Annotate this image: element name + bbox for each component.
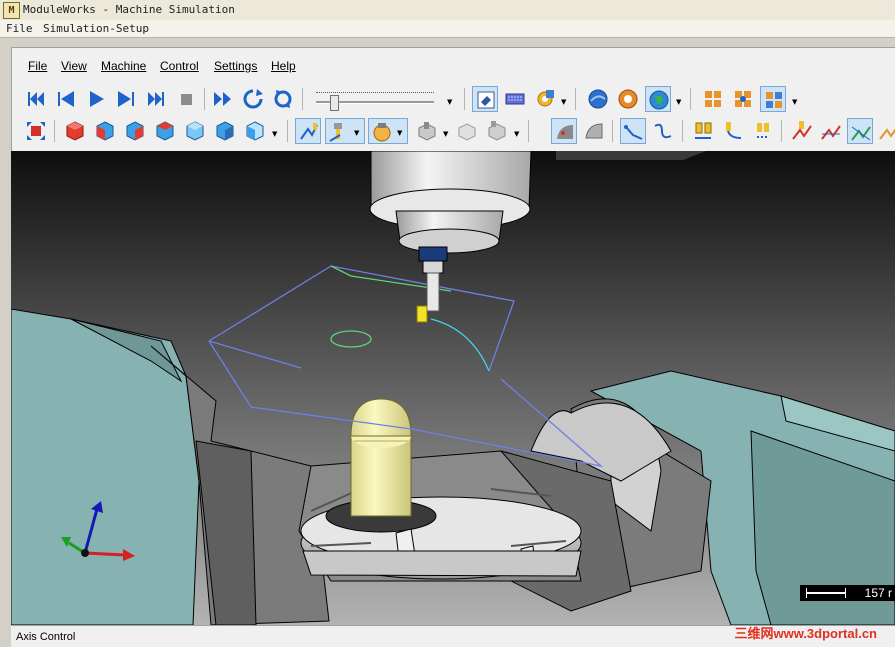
view-cube-back-icon[interactable] xyxy=(212,118,238,144)
step-back-icon[interactable] xyxy=(53,86,79,112)
separator xyxy=(612,120,613,142)
keyboard-icon[interactable] xyxy=(502,86,528,112)
last-frame-icon[interactable] xyxy=(143,86,169,112)
view-toolbar: ▼ ▼ ▼ ▼ ▼ xyxy=(12,116,895,146)
scale-indicator: 157 r xyxy=(800,585,895,601)
path-line-icon[interactable] xyxy=(620,118,646,144)
chevron-down-icon[interactable]: ▼ xyxy=(443,130,448,138)
menu-bar: File View Machine Control Settings Help xyxy=(12,57,895,75)
collision-grid-icon[interactable] xyxy=(700,86,726,112)
collision-grid-2-icon[interactable] xyxy=(730,86,756,112)
loop-icon[interactable] xyxy=(270,86,296,112)
separator xyxy=(781,120,782,142)
eraser-icon[interactable] xyxy=(472,86,498,112)
separator xyxy=(464,88,465,110)
path-green-icon[interactable] xyxy=(818,118,844,144)
tool-holder-2-icon[interactable] xyxy=(750,118,776,144)
outer-menu-bar: File Simulation-Setup xyxy=(0,20,895,38)
speed-slider-thumb xyxy=(330,95,339,111)
stop-icon[interactable] xyxy=(173,86,199,112)
menu-help[interactable]: Help xyxy=(271,59,296,73)
view-cube-red-icon[interactable] xyxy=(62,118,88,144)
tool-holder-icon[interactable] xyxy=(690,118,716,144)
menu-control[interactable]: Control xyxy=(160,59,199,73)
globe-left-icon[interactable] xyxy=(585,86,611,112)
menu-machine[interactable]: Machine xyxy=(101,59,146,73)
chevron-down-icon[interactable]: ▼ xyxy=(561,98,566,106)
step-forward-icon[interactable] xyxy=(113,86,139,112)
separator xyxy=(528,120,529,142)
scale-value: 157 r xyxy=(864,586,892,600)
chevron-down-icon[interactable]: ▼ xyxy=(272,130,277,138)
tool-icon[interactable]: ▼ xyxy=(325,118,365,144)
path-curve-icon[interactable] xyxy=(650,118,676,144)
tool-shading-icon[interactable]: ▼ xyxy=(368,118,408,144)
separator xyxy=(287,120,288,142)
fit-view-icon[interactable] xyxy=(23,118,49,144)
status-text: Axis Control xyxy=(16,631,76,643)
separator xyxy=(575,88,576,110)
path-extra-icon[interactable] xyxy=(876,118,895,144)
simulation-viewport[interactable]: 157 r xyxy=(11,151,895,625)
chevron-down-icon[interactable]: ▼ xyxy=(676,98,681,106)
view-cube-iso-icon[interactable] xyxy=(182,118,208,144)
separator xyxy=(690,88,691,110)
path-orange-icon[interactable] xyxy=(847,118,873,144)
watermark-logo: 三维网www.3dportal.cn xyxy=(734,626,877,641)
outer-menu-file[interactable]: File xyxy=(6,22,33,35)
view-cube-right-icon[interactable] xyxy=(122,118,148,144)
collision-grid-3-icon[interactable] xyxy=(760,86,786,112)
title-bar: M ModuleWorks - Machine Simulation xyxy=(0,0,895,21)
chevron-down-icon[interactable]: ▼ xyxy=(447,98,452,106)
donut-icon[interactable] xyxy=(615,86,641,112)
settings-gear-icon[interactable] xyxy=(532,86,558,112)
playback-toolbar: ▼ ▼ ▼ ▼ xyxy=(12,84,895,114)
window-title: ModuleWorks - Machine Simulation xyxy=(23,3,235,16)
tool-path-icon[interactable] xyxy=(295,118,321,144)
first-frame-icon[interactable] xyxy=(23,86,49,112)
globe-icon[interactable] xyxy=(645,86,671,112)
fast-forward-icon[interactable] xyxy=(210,86,236,112)
stock-icon[interactable] xyxy=(414,118,440,144)
view-cube-front-icon[interactable] xyxy=(92,118,118,144)
chevron-down-icon[interactable]: ▼ xyxy=(514,130,519,138)
view-cube-left-icon[interactable] xyxy=(242,118,268,144)
menu-view[interactable]: View xyxy=(61,59,87,73)
separator xyxy=(204,88,205,110)
separator xyxy=(54,120,55,142)
speed-slider[interactable] xyxy=(314,90,434,111)
app-logo: M xyxy=(3,2,20,19)
rotate-cw-icon[interactable] xyxy=(240,86,266,112)
menu-file[interactable]: File xyxy=(28,59,47,73)
machine-scene xyxy=(11,151,895,625)
view-cube-top-icon[interactable] xyxy=(152,118,178,144)
tool-path-move-icon[interactable] xyxy=(720,118,746,144)
path-red-icon[interactable] xyxy=(789,118,815,144)
play-icon[interactable] xyxy=(83,86,109,112)
stock-dropdown-icon[interactable] xyxy=(484,118,510,144)
solid-shade-icon[interactable] xyxy=(551,118,577,144)
outer-menu-simulation-setup[interactable]: Simulation-Setup xyxy=(43,22,149,35)
scale-bar xyxy=(806,588,846,598)
stock-ghost-icon[interactable] xyxy=(454,118,480,144)
wire-shade-icon[interactable] xyxy=(581,118,607,144)
separator xyxy=(302,88,303,110)
separator xyxy=(682,120,683,142)
menu-settings[interactable]: Settings xyxy=(214,59,257,73)
chevron-down-icon[interactable]: ▼ xyxy=(792,98,797,106)
